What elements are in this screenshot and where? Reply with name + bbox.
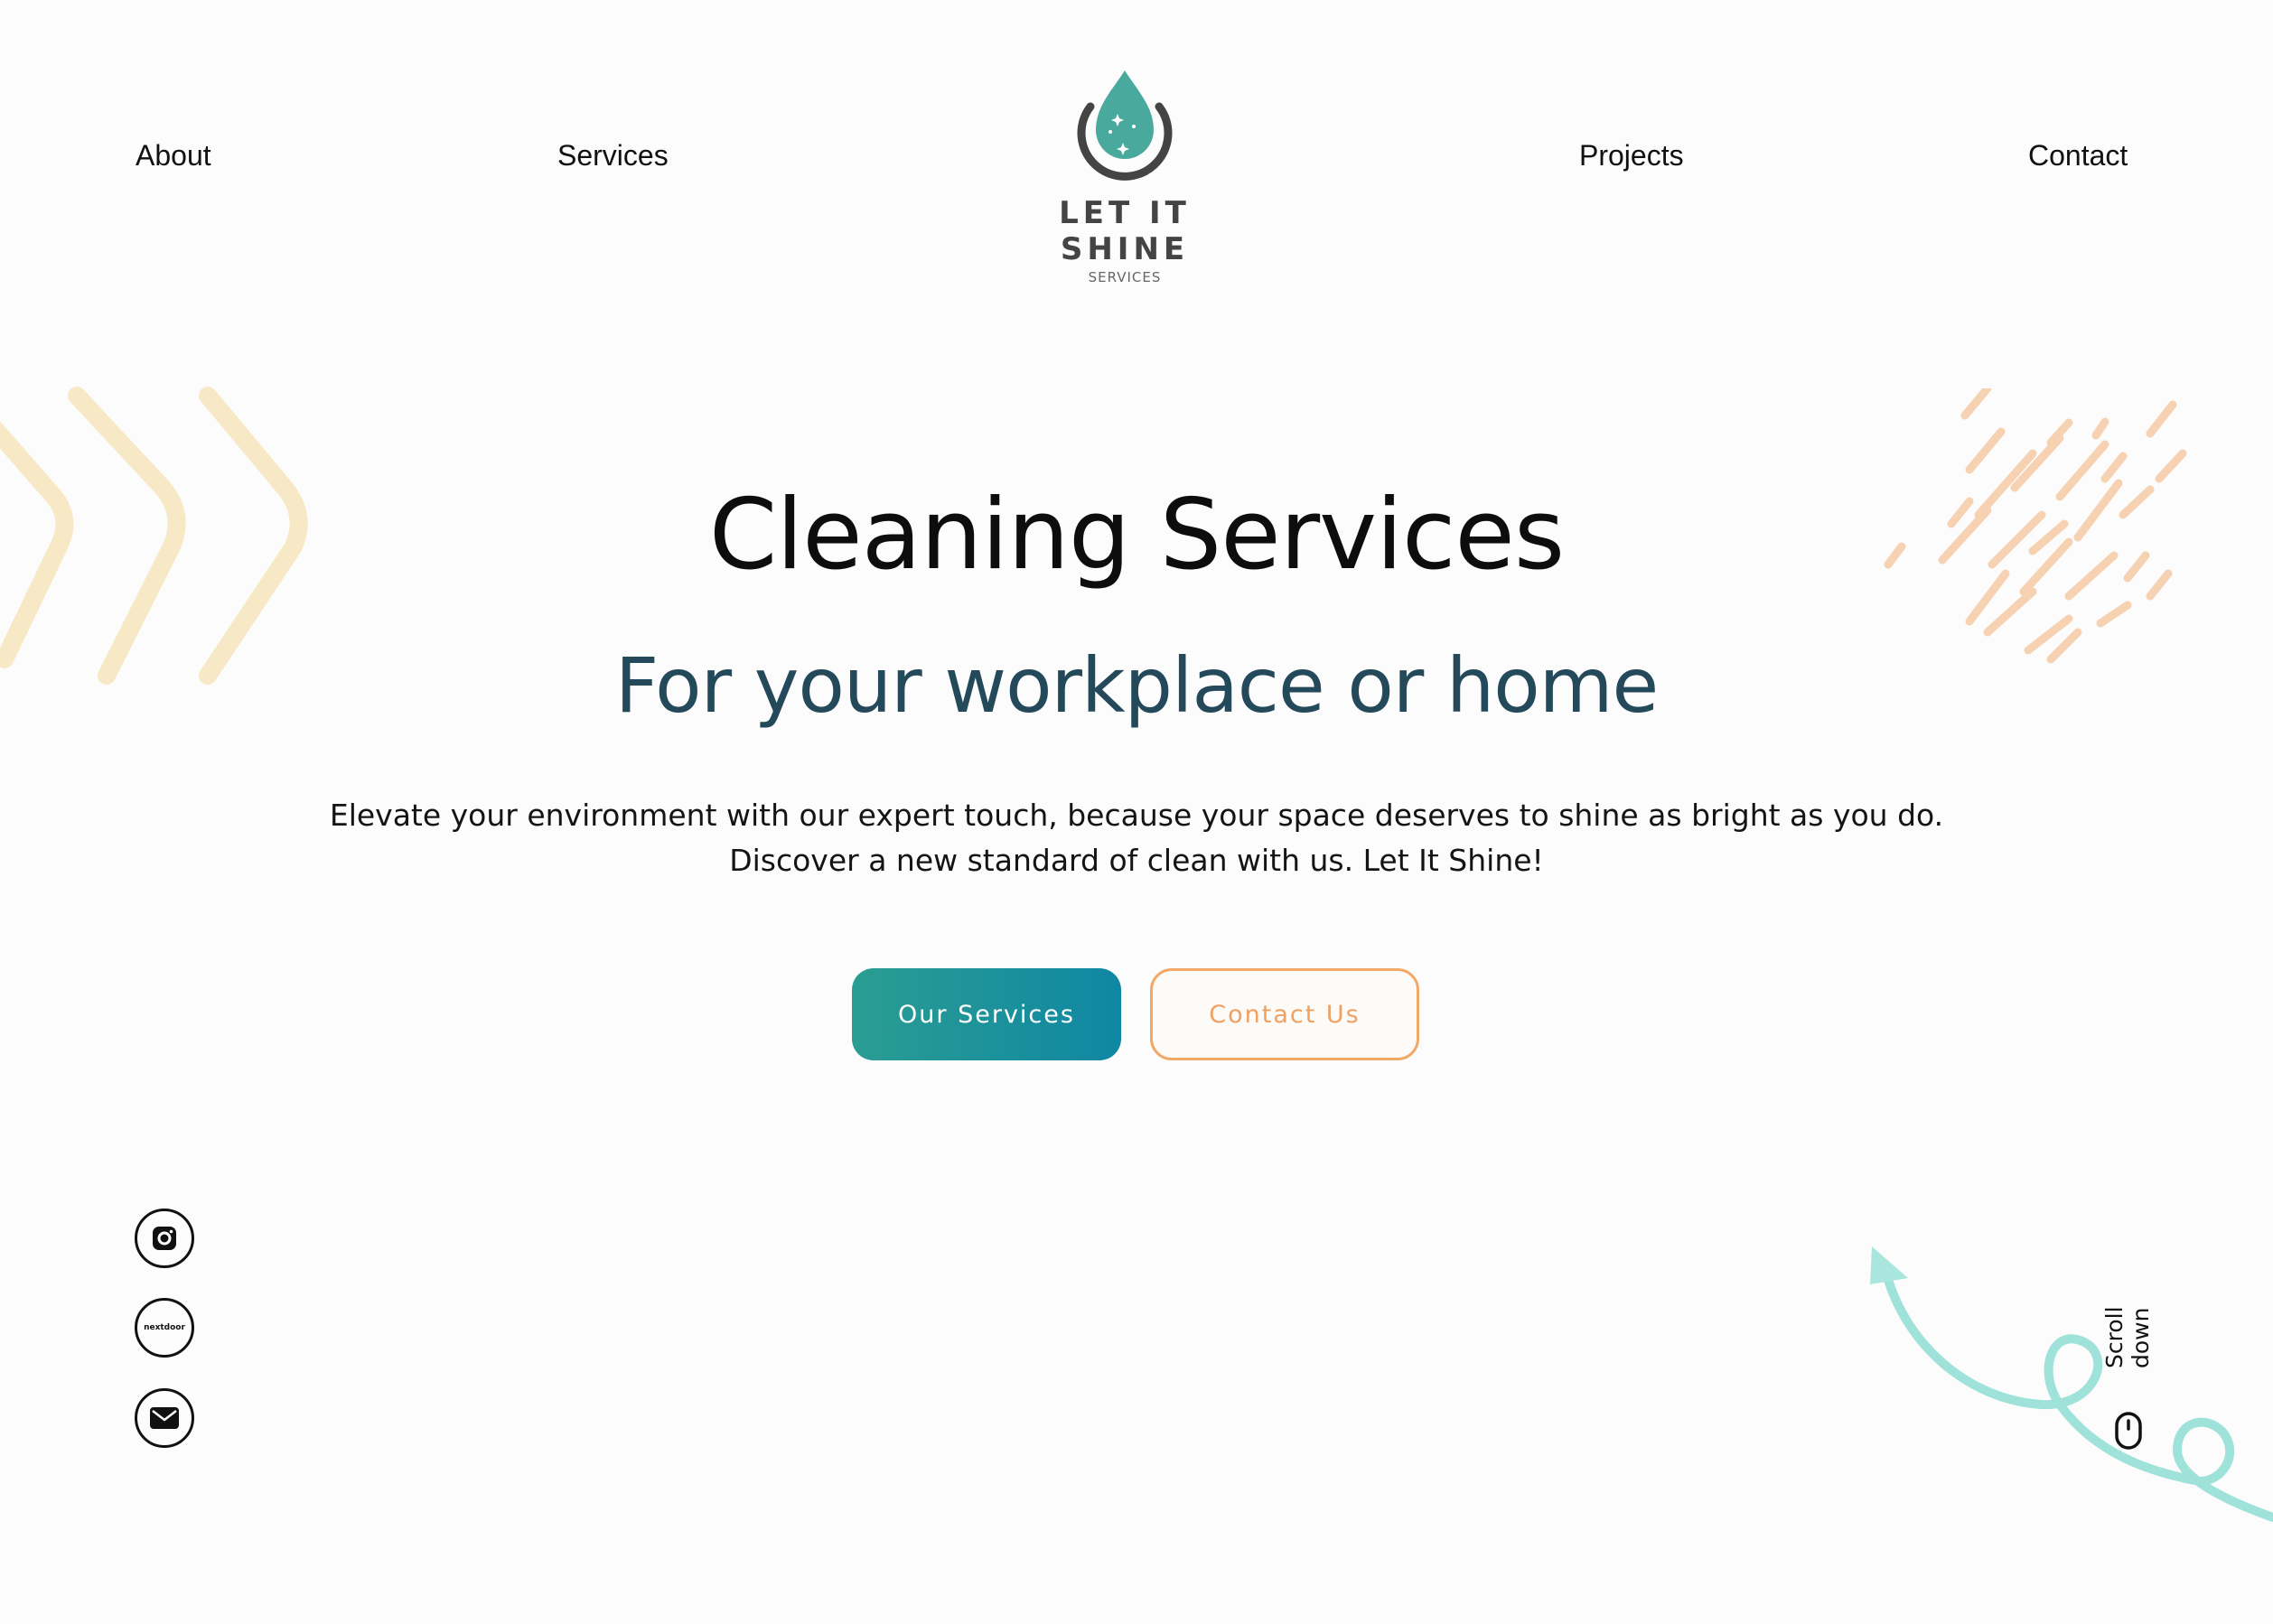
our-services-button[interactable]: Our Services	[852, 968, 1121, 1060]
instagram-icon	[153, 1227, 176, 1250]
instagram-link[interactable]	[135, 1209, 194, 1268]
logo-title: LET IT SHINE	[1059, 195, 1191, 267]
hero-description: Elevate your environment with our expert…	[329, 798, 1944, 878]
logo-subtitle: SERVICES	[1088, 269, 1162, 285]
page: About Services Projects Contact LET IT S…	[0, 0, 2273, 1624]
scroll-down-label[interactable]: Scroll down	[2101, 1242, 2154, 1368]
nextdoor-icon: nextdoor	[144, 1323, 185, 1332]
logo[interactable]: LET IT SHINE SERVICES	[994, 63, 1256, 285]
nextdoor-link[interactable]: nextdoor	[135, 1298, 194, 1358]
swirl-arrow-decoration	[1870, 1246, 2273, 1522]
mouse-icon	[2115, 1412, 2142, 1450]
water-drop-icon	[1077, 70, 1173, 181]
email-link[interactable]	[135, 1388, 194, 1448]
nav-about[interactable]: About	[136, 139, 211, 173]
hero-title: Cleaning Services	[708, 479, 1565, 592]
nav-services[interactable]: Services	[557, 139, 669, 173]
contact-us-button[interactable]: Contact Us	[1150, 968, 1419, 1060]
hero-subtitle: For your workplace or home	[614, 641, 1659, 730]
nav-contact[interactable]: Contact	[2028, 139, 2128, 173]
mail-icon	[150, 1407, 179, 1429]
nav-projects[interactable]: Projects	[1579, 139, 1684, 173]
